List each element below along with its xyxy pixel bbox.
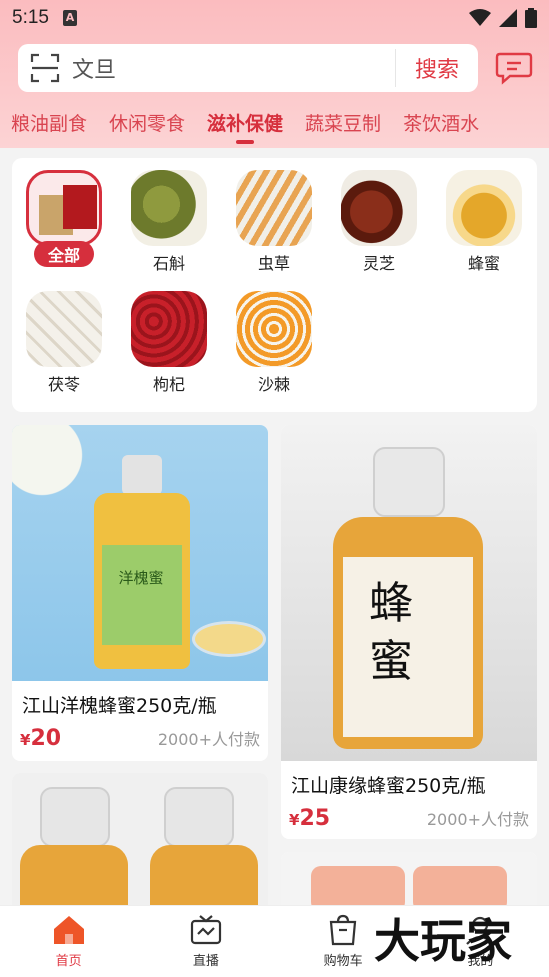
subcategory-image-seabuckthorn (236, 291, 312, 367)
bottle-label: 洋槐蜜 (118, 569, 164, 587)
subcategory-item[interactable]: 蜂蜜 (444, 170, 524, 274)
subcategory-image-poria (26, 291, 102, 367)
home-icon (53, 916, 84, 944)
tab-label: 首页 (55, 954, 82, 969)
tab-home[interactable]: 首页 (0, 906, 137, 977)
product-price: ¥20 (20, 726, 62, 751)
wifi-icon (469, 9, 491, 26)
notification-icon: A (62, 10, 77, 26)
subcategory-image-all (26, 170, 102, 246)
message-icon[interactable] (494, 50, 534, 86)
tab-label: 直播 (192, 954, 219, 969)
subcategory-image-goji (131, 291, 207, 367)
sold-count: 2000+人付款 (426, 810, 529, 829)
product-image: 洋槐蜜 (12, 425, 268, 681)
signal-icon (499, 9, 517, 27)
subcategory-item[interactable]: 枸杞 (129, 291, 209, 395)
subcategory-item[interactable]: 全部 (24, 170, 104, 267)
tab-category[interactable]: 茶饮酒水 (392, 108, 490, 144)
product-image: 蜂蜜 (281, 425, 537, 761)
product-card[interactable] (281, 852, 537, 912)
status-bar: 5:15 A (0, 0, 549, 36)
product-title: 江山康缘蜂蜜250克/瓶 (291, 775, 486, 797)
subcategory-image-lingzhi (341, 170, 417, 246)
product-image (12, 773, 268, 913)
product-image (281, 852, 537, 912)
tab-category-active[interactable]: 滋补保健 (196, 108, 294, 144)
tab-category[interactable]: 休闲零食 (98, 108, 196, 144)
subcategory-panel: 全部 石斛 虫草 灵芝 蜂蜜 茯苓 枸杞 沙棘 (12, 158, 537, 412)
price-row: ¥25 2000+人付款 (281, 806, 537, 831)
subcategory-label: 蜂蜜 (467, 254, 500, 273)
status-time: 5:15 (12, 7, 49, 28)
tab-category[interactable]: 粮油副食 (0, 108, 98, 144)
subcategory-item[interactable]: 沙棘 (234, 291, 314, 395)
price-row: ¥20 2000+人付款 (12, 726, 268, 751)
scan-icon[interactable] (30, 53, 60, 83)
category-tabs: 粮油副食 休闲零食 滋补保健 蔬菜豆制 茶饮酒水 (0, 108, 549, 144)
product-price: ¥25 (289, 806, 331, 831)
tab-live[interactable]: 直播 (137, 906, 274, 977)
product-card[interactable]: 蜂蜜 江山康缘蜂蜜250克/瓶 ¥25 2000+人付款 (281, 425, 537, 839)
sold-count: 2000+人付款 (157, 730, 260, 749)
bottle-label: 蜂蜜 (369, 578, 413, 687)
subcategory-label: 石斛 (152, 254, 185, 273)
subcategory-label: 虫草 (257, 254, 290, 273)
search-input[interactable] (72, 55, 372, 81)
product-card[interactable]: 洋槐蜜 江山洋槐蜂蜜250克/瓶 ¥20 2000+人付款 (12, 425, 268, 761)
watermark-logo: 大玩家 (374, 914, 512, 968)
tab-label: 购物车 (323, 954, 363, 969)
battery-icon (525, 8, 537, 28)
subcategory-label: 沙棘 (257, 375, 290, 394)
subcategory-image-dendrobium (131, 170, 207, 246)
subcategory-label: 茯苓 (47, 375, 80, 394)
subcategory-item[interactable]: 茯苓 (24, 291, 104, 395)
subcategory-item[interactable]: 虫草 (234, 170, 314, 274)
tv-icon (190, 915, 221, 945)
subcategory-label: 枸杞 (152, 375, 185, 394)
search-button[interactable]: 搜索 (396, 52, 478, 84)
search-bar: 搜索 (18, 44, 478, 92)
subcategory-label: 灵芝 (362, 254, 395, 273)
svg-text:大玩家: 大玩家 (374, 914, 512, 968)
subcategory-item[interactable]: 石斛 (129, 170, 209, 274)
subcategory-image-honey (446, 170, 522, 246)
subcategory-label-active: 全部 (33, 241, 94, 267)
product-title: 江山洋槐蜂蜜250克/瓶 (22, 695, 217, 717)
tab-category[interactable]: 蔬菜豆制 (294, 108, 392, 144)
product-card[interactable] (12, 773, 268, 913)
subcategory-item[interactable]: 灵芝 (339, 170, 419, 274)
cart-icon (329, 914, 357, 946)
subcategory-image-cordyceps (236, 170, 312, 246)
